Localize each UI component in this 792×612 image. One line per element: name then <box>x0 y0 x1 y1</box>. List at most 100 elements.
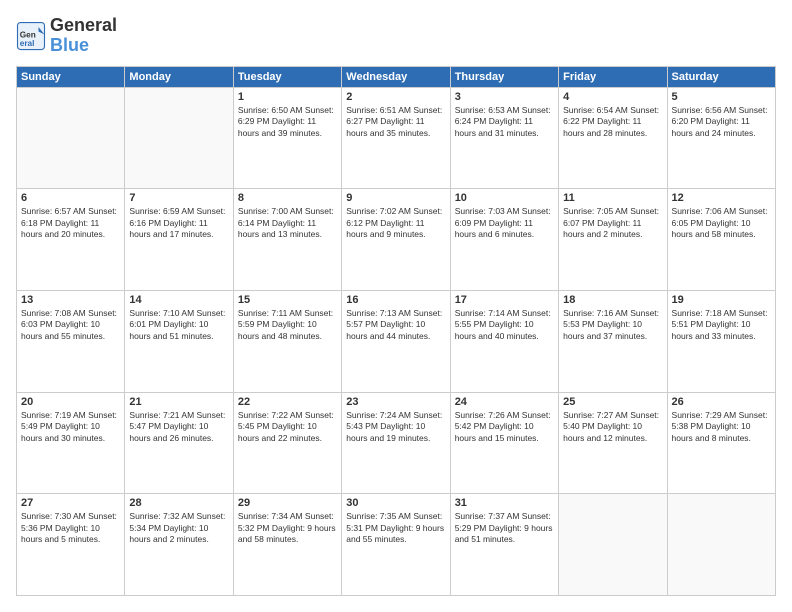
day-info: Sunrise: 7:08 AM Sunset: 6:03 PM Dayligh… <box>21 308 120 342</box>
week-row-1: 6 Sunrise: 6:57 AM Sunset: 6:18 PM Daylig… <box>17 189 776 291</box>
calendar-cell: 7 Sunrise: 6:59 AM Sunset: 6:16 PM Daylig… <box>125 189 233 291</box>
day-number: 1 <box>238 91 337 103</box>
day-number: 27 <box>21 497 120 509</box>
weekday-header-row: SundayMondayTuesdayWednesdayThursdayFrid… <box>17 66 776 87</box>
day-info: Sunrise: 6:54 AM Sunset: 6:22 PM Dayligh… <box>563 105 662 139</box>
day-number: 2 <box>346 91 445 103</box>
day-number: 16 <box>346 294 445 306</box>
day-info: Sunrise: 7:05 AM Sunset: 6:07 PM Dayligh… <box>563 206 662 240</box>
calendar-cell <box>125 87 233 189</box>
calendar-cell: 30 Sunrise: 7:35 AM Sunset: 5:31 PM Dayli… <box>342 494 450 596</box>
day-info: Sunrise: 7:35 AM Sunset: 5:31 PM Dayligh… <box>346 511 445 545</box>
calendar-cell: 6 Sunrise: 6:57 AM Sunset: 6:18 PM Daylig… <box>17 189 125 291</box>
day-info: Sunrise: 6:56 AM Sunset: 6:20 PM Dayligh… <box>672 105 771 139</box>
day-info: Sunrise: 7:11 AM Sunset: 5:59 PM Dayligh… <box>238 308 337 342</box>
day-info: Sunrise: 7:02 AM Sunset: 6:12 PM Dayligh… <box>346 206 445 240</box>
page: Gen eral General Blue SundayMondayTuesda… <box>0 0 792 612</box>
calendar-cell: 3 Sunrise: 6:53 AM Sunset: 6:24 PM Daylig… <box>450 87 558 189</box>
calendar-cell <box>17 87 125 189</box>
day-info: Sunrise: 7:06 AM Sunset: 6:05 PM Dayligh… <box>672 206 771 240</box>
week-row-4: 27 Sunrise: 7:30 AM Sunset: 5:36 PM Dayli… <box>17 494 776 596</box>
day-number: 7 <box>129 192 228 204</box>
day-info: Sunrise: 7:00 AM Sunset: 6:14 PM Dayligh… <box>238 206 337 240</box>
calendar-cell: 18 Sunrise: 7:16 AM Sunset: 5:53 PM Dayli… <box>559 290 667 392</box>
day-info: Sunrise: 7:16 AM Sunset: 5:53 PM Dayligh… <box>563 308 662 342</box>
day-number: 23 <box>346 396 445 408</box>
day-info: Sunrise: 6:59 AM Sunset: 6:16 PM Dayligh… <box>129 206 228 240</box>
weekday-header-sunday: Sunday <box>17 66 125 87</box>
calendar-cell: 28Sunrise: 7:32 AM Sunset: 5:34 PM Dayli… <box>125 494 233 596</box>
calendar-cell: 9 Sunrise: 7:02 AM Sunset: 6:12 PM Daylig… <box>342 189 450 291</box>
day-number: 5 <box>672 91 771 103</box>
day-number: 18 <box>563 294 662 306</box>
calendar-cell: 14Sunrise: 7:10 AM Sunset: 6:01 PM Dayli… <box>125 290 233 392</box>
day-number: 13 <box>21 294 120 306</box>
calendar-cell: 11 Sunrise: 7:05 AM Sunset: 6:07 PM Dayli… <box>559 189 667 291</box>
calendar-cell: 29Sunrise: 7:34 AM Sunset: 5:32 PM Dayli… <box>233 494 341 596</box>
weekday-header-wednesday: Wednesday <box>342 66 450 87</box>
week-row-0: 1 Sunrise: 6:50 AM Sunset: 6:29 PM Daylig… <box>17 87 776 189</box>
calendar-cell: 1 Sunrise: 6:50 AM Sunset: 6:29 PM Daylig… <box>233 87 341 189</box>
day-info: Sunrise: 6:51 AM Sunset: 6:27 PM Dayligh… <box>346 105 445 139</box>
calendar-cell: 5 Sunrise: 6:56 AM Sunset: 6:20 PM Daylig… <box>667 87 775 189</box>
day-number: 15 <box>238 294 337 306</box>
week-row-2: 13 Sunrise: 7:08 AM Sunset: 6:03 PM Dayli… <box>17 290 776 392</box>
calendar-cell <box>667 494 775 596</box>
weekday-header-tuesday: Tuesday <box>233 66 341 87</box>
day-info: Sunrise: 6:50 AM Sunset: 6:29 PM Dayligh… <box>238 105 337 139</box>
day-info: Sunrise: 7:14 AM Sunset: 5:55 PM Dayligh… <box>455 308 554 342</box>
day-number: 21 <box>129 396 228 408</box>
calendar-cell: 20Sunrise: 7:19 AM Sunset: 5:49 PM Dayli… <box>17 392 125 494</box>
day-info: Sunrise: 6:53 AM Sunset: 6:24 PM Dayligh… <box>455 105 554 139</box>
calendar-table: SundayMondayTuesdayWednesdayThursdayFrid… <box>16 66 776 596</box>
day-info: Sunrise: 7:03 AM Sunset: 6:09 PM Dayligh… <box>455 206 554 240</box>
day-number: 12 <box>672 192 771 204</box>
day-number: 26 <box>672 396 771 408</box>
day-info: Sunrise: 7:22 AM Sunset: 5:45 PM Dayligh… <box>238 410 337 444</box>
weekday-header-saturday: Saturday <box>667 66 775 87</box>
day-number: 6 <box>21 192 120 204</box>
day-number: 22 <box>238 396 337 408</box>
weekday-header-monday: Monday <box>125 66 233 87</box>
calendar-cell: 13 Sunrise: 7:08 AM Sunset: 6:03 PM Dayli… <box>17 290 125 392</box>
day-info: Sunrise: 7:24 AM Sunset: 5:43 PM Dayligh… <box>346 410 445 444</box>
day-info: Sunrise: 7:21 AM Sunset: 5:47 PM Dayligh… <box>129 410 228 444</box>
calendar-cell: 22 Sunrise: 7:22 AM Sunset: 5:45 PM Dayli… <box>233 392 341 494</box>
day-info: Sunrise: 7:37 AM Sunset: 5:29 PM Dayligh… <box>455 511 554 545</box>
day-number: 30 <box>346 497 445 509</box>
logo-icon: Gen eral <box>16 21 46 51</box>
day-info: Sunrise: 7:10 AM Sunset: 6:01 PM Dayligh… <box>129 308 228 342</box>
calendar-cell: 25Sunrise: 7:27 AM Sunset: 5:40 PM Dayli… <box>559 392 667 494</box>
day-info: Sunrise: 7:27 AM Sunset: 5:40 PM Dayligh… <box>563 410 662 444</box>
day-number: 8 <box>238 192 337 204</box>
calendar-cell: 4 Sunrise: 6:54 AM Sunset: 6:22 PM Daylig… <box>559 87 667 189</box>
day-number: 9 <box>346 192 445 204</box>
day-number: 3 <box>455 91 554 103</box>
day-number: 28 <box>129 497 228 509</box>
day-number: 4 <box>563 91 662 103</box>
calendar-cell: 23 Sunrise: 7:24 AM Sunset: 5:43 PM Dayli… <box>342 392 450 494</box>
day-info: Sunrise: 6:57 AM Sunset: 6:18 PM Dayligh… <box>21 206 120 240</box>
day-info: Sunrise: 7:26 AM Sunset: 5:42 PM Dayligh… <box>455 410 554 444</box>
svg-text:eral: eral <box>20 39 35 48</box>
calendar-cell <box>559 494 667 596</box>
calendar-cell: 16Sunrise: 7:13 AM Sunset: 5:57 PM Dayli… <box>342 290 450 392</box>
day-number: 11 <box>563 192 662 204</box>
day-info: Sunrise: 7:34 AM Sunset: 5:32 PM Dayligh… <box>238 511 337 545</box>
logo-name: General Blue <box>50 16 117 56</box>
calendar-cell: 24 Sunrise: 7:26 AM Sunset: 5:42 PM Dayli… <box>450 392 558 494</box>
day-number: 19 <box>672 294 771 306</box>
day-info: Sunrise: 7:30 AM Sunset: 5:36 PM Dayligh… <box>21 511 120 545</box>
calendar-cell: 19Sunrise: 7:18 AM Sunset: 5:51 PM Dayli… <box>667 290 775 392</box>
calendar-cell: 31 Sunrise: 7:37 AM Sunset: 5:29 PM Dayli… <box>450 494 558 596</box>
calendar-cell: 12 Sunrise: 7:06 AM Sunset: 6:05 PM Dayli… <box>667 189 775 291</box>
weekday-header-thursday: Thursday <box>450 66 558 87</box>
calendar-cell: 17Sunrise: 7:14 AM Sunset: 5:55 PM Dayli… <box>450 290 558 392</box>
calendar-cell: 27 Sunrise: 7:30 AM Sunset: 5:36 PM Dayli… <box>17 494 125 596</box>
day-info: Sunrise: 7:29 AM Sunset: 5:38 PM Dayligh… <box>672 410 771 444</box>
day-info: Sunrise: 7:19 AM Sunset: 5:49 PM Dayligh… <box>21 410 120 444</box>
calendar-cell: 21 Sunrise: 7:21 AM Sunset: 5:47 PM Dayli… <box>125 392 233 494</box>
week-row-3: 20Sunrise: 7:19 AM Sunset: 5:49 PM Dayli… <box>17 392 776 494</box>
day-number: 24 <box>455 396 554 408</box>
day-number: 31 <box>455 497 554 509</box>
